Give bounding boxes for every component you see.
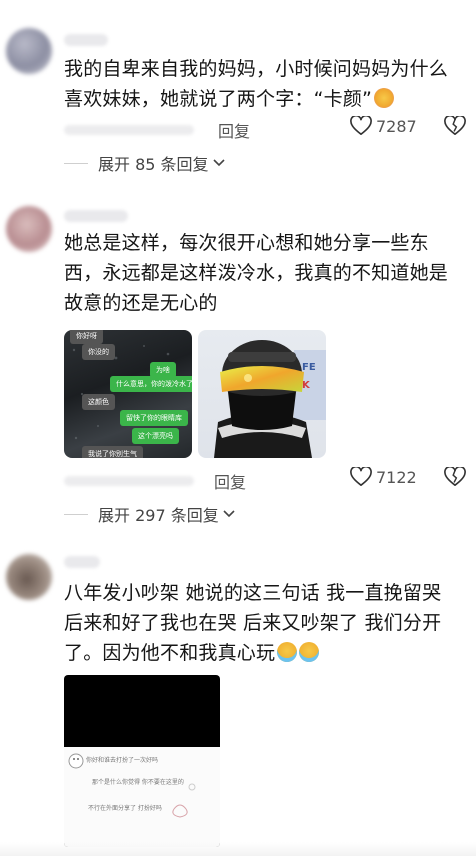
expand-replies[interactable]: 展开 85 条回复 — [64, 151, 225, 175]
comment-meta: 回复 7122 — [64, 465, 468, 493]
heart-icon — [350, 116, 372, 135]
username-blurred[interactable] — [64, 556, 100, 568]
chevron-down-icon — [212, 159, 225, 167]
helmet-illustration: FE K — [214, 340, 326, 458]
comment-text: 她总是这样，每次很开心想和她分享一些东西，永远都是这样泼冷水，我真的不知道她是故… — [64, 232, 449, 314]
date-location-blurred — [64, 476, 194, 486]
chat-bubble: 这颜色 — [82, 394, 115, 410]
divider — [64, 162, 88, 164]
crying-face-emoji — [277, 642, 298, 662]
username-blurred[interactable] — [64, 210, 128, 222]
reply-button[interactable]: 回复 — [218, 118, 250, 142]
chat-bubble: 留快了你的眼睛库 — [120, 410, 188, 426]
dislike-button[interactable] — [444, 114, 466, 140]
helmet-photo-image[interactable]: FE K — [198, 330, 326, 458]
chat-bubble: 我说了你别生气 — [82, 446, 143, 458]
svg-text:K: K — [302, 380, 311, 391]
expand-replies[interactable]: 展开 297 条回复 — [64, 502, 235, 526]
avatar[interactable] — [6, 554, 52, 600]
bottom-fade — [0, 842, 476, 856]
chat-bubble: 你好呀 — [70, 330, 103, 344]
crying-face-emoji — [299, 642, 320, 662]
chat-screenshot-image[interactable]: 你好呀 你没的 为啥 什么意思，你的泼冷水了吧 这颜色 留快了你的眼睛库 这个漂… — [64, 330, 192, 458]
like-button[interactable]: 7122 — [350, 467, 417, 487]
chat-bubble: 你没的 — [82, 344, 115, 360]
note-card: 你好和谁去打扮了一次好吗 那个是什么你觉得 你不要在这里的 不行在外面分享了 打… — [64, 747, 220, 847]
broken-heart-icon — [444, 114, 466, 135]
chevron-down-icon — [223, 510, 235, 518]
dislike-button[interactable] — [444, 465, 466, 491]
like-count: 7287 — [376, 116, 417, 136]
note-screenshot-image[interactable]: 你好和谁去打扮了一次好吗 那个是什么你觉得 你不要在这里的 不行在外面分享了 打… — [64, 675, 220, 847]
divider — [64, 513, 88, 515]
like-button[interactable]: 7287 — [350, 116, 417, 136]
note-line: 那个是什么你觉得 你不要在这里的 — [92, 779, 184, 786]
chat-bubble: 这个漂亮吗 — [132, 428, 179, 444]
like-count: 7122 — [376, 467, 417, 487]
heart-icon — [350, 467, 372, 486]
expand-replies-label: 展开 297 条回复 — [98, 506, 219, 525]
date-location-blurred — [64, 125, 194, 135]
svg-text:FE: FE — [302, 362, 316, 373]
note-line: 不行在外面分享了 打扮好吗 — [88, 805, 162, 812]
note-line: 你好和谁去打扮了一次好吗 — [86, 757, 159, 764]
comment-meta: 回复 7287 — [64, 114, 468, 142]
broken-heart-icon — [444, 465, 466, 486]
comment-text: 八年发小吵架 她说的这三句话 我一直挽留哭 后来和好了我也在哭 后来又吵架了 我… — [64, 582, 442, 664]
avatar[interactable] — [6, 28, 52, 74]
avatar[interactable] — [6, 206, 52, 252]
expand-replies-label: 展开 85 条回复 — [98, 155, 209, 174]
username-blurred[interactable] — [64, 34, 108, 46]
hugging-face-emoji — [374, 88, 395, 108]
reply-button[interactable]: 回复 — [214, 469, 246, 493]
chat-bubble: 什么意思，你的泼冷水了吧 — [110, 376, 192, 392]
comment-text: 我的自卑来自我的妈妈，小时候问妈妈为什么喜欢妹妹，她就说了两个字：“卡颜” — [64, 58, 449, 110]
